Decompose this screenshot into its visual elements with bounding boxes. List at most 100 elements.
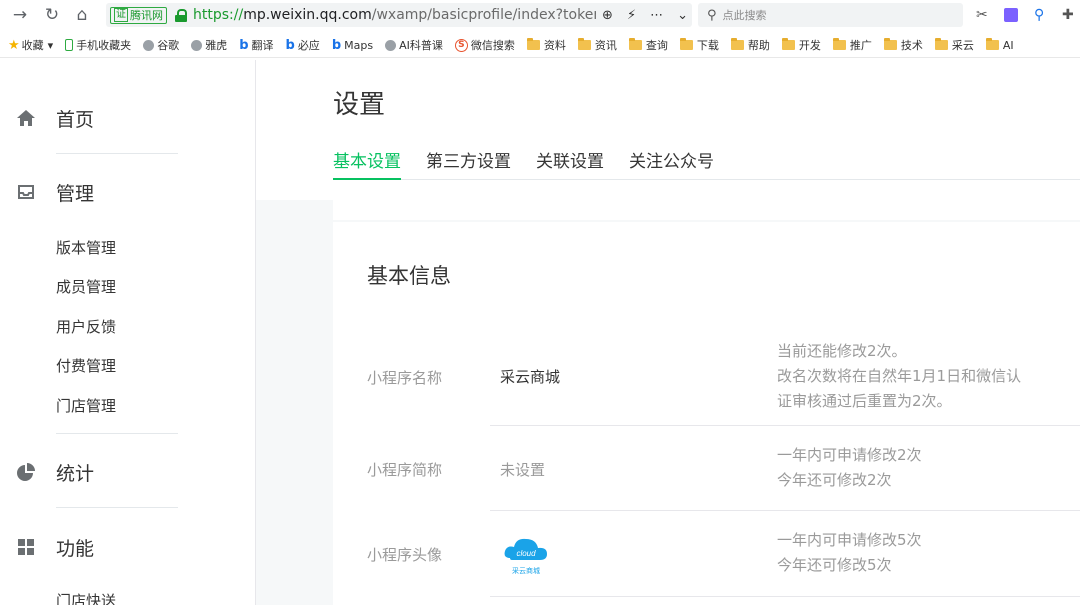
bookmark-item[interactable]: b 翻译 — [239, 37, 273, 53]
bookmark-item[interactable]: 资讯 — [577, 37, 617, 53]
avatar-desc: 一年内可申请修改5次 今年还可修改5次 — [777, 528, 922, 578]
puzzle-icon[interactable]: ✚ — [1062, 6, 1074, 24]
sidebar: 首页 管理 版本管理 成员管理 用户反馈 付费管理 门店管理 统计 功能 门店快… — [0, 60, 256, 605]
bookmark-item[interactable]: b Maps — [332, 38, 373, 53]
lightning-icon[interactable]: ⚡ — [627, 8, 636, 23]
bookmark-item[interactable]: 查询 — [628, 37, 668, 53]
bookmark-label: 下载 — [696, 39, 719, 52]
chevron-down-icon[interactable]: ⌄ — [677, 8, 688, 23]
divider — [56, 507, 178, 508]
name-desc: 当前还能修改2次。 改名次数将在自然年1月1日和微信认 证审核通过后重置为2次。 — [777, 339, 1021, 414]
avatar-desc-line: 一年内可申请修改5次 — [777, 531, 922, 549]
sidebar-item-stores[interactable]: 门店管理 — [56, 395, 116, 416]
bookmark-item[interactable]: 技术 — [883, 37, 923, 53]
bookmark-item[interactable]: ★ 收藏 ▾ — [8, 37, 53, 53]
row-divider — [490, 596, 1080, 597]
folder-icon — [730, 38, 744, 50]
browser-toolbar: → ↻ ⌂ 证 腾讯网 https:// mp.weixin.qq.com /w… — [0, 0, 1080, 31]
bookmarks-bar: ★ 收藏 ▾ 手机收藏夹 谷歌 雅虎 b 翻译 b 必应 b Maps AI科普课 S 微信搜索 资料 资讯查… — [0, 33, 1080, 58]
search-ext-icon[interactable]: ⚲ — [1034, 6, 1044, 24]
page-title: 设置 — [333, 90, 386, 120]
scissors-icon[interactable]: ✂ — [976, 6, 988, 24]
bookmark-label: 翻译 — [251, 39, 274, 52]
row-divider — [490, 425, 1080, 426]
reload-icon[interactable]: ↻ — [42, 5, 62, 25]
bookmark-item[interactable]: 谷歌 — [143, 37, 179, 53]
bookmark-label: 手机收藏夹 — [76, 39, 132, 52]
tab-association[interactable]: 关联设置 — [536, 147, 604, 180]
name-desc-line: 当前还能修改2次。 — [777, 342, 907, 360]
search-input[interactable]: ⚲ 点此搜索 — [698, 3, 963, 27]
bookmark-item[interactable]: AI科普课 — [385, 37, 443, 53]
dropdown-arrow-icon[interactable]: ▾ — [48, 39, 54, 52]
bookmark-label: 微信搜索 — [470, 39, 515, 52]
address-bar[interactable]: 证 腾讯网 https:// mp.weixin.qq.com /wxamp/b… — [106, 3, 692, 27]
content-gap — [333, 180, 1080, 220]
sidebar-item-store-delivery[interactable]: 门店快送 — [56, 590, 116, 605]
translate-icon[interactable] — [1004, 8, 1018, 22]
bookmark-item[interactable]: b 必应 — [286, 37, 320, 53]
bookmark-label: 收藏 — [21, 39, 44, 52]
bookmark-item[interactable]: 开发 — [781, 37, 821, 53]
bookmark-item[interactable]: S 微信搜索 — [454, 37, 515, 53]
globe-icon — [143, 39, 155, 51]
phone-icon — [65, 39, 74, 51]
bookmark-label: 雅虎 — [205, 39, 228, 52]
bookmark-label: 谷歌 — [157, 39, 180, 52]
bookmark-item[interactable]: 手机收藏夹 — [65, 37, 131, 53]
avatar-label: 小程序头像 — [367, 546, 443, 564]
divider — [56, 153, 178, 154]
folder-icon — [781, 38, 795, 50]
bing-icon: b — [285, 37, 295, 53]
tab-follow-account[interactable]: 关注公众号 — [629, 147, 714, 180]
sidebar-item-payment[interactable]: 付费管理 — [56, 355, 116, 376]
sidebar-item-version[interactable]: 版本管理 — [56, 237, 116, 258]
bookmark-label: AI — [1002, 38, 1014, 52]
bookmark-item[interactable]: 推广 — [832, 37, 872, 53]
sidebar-item-members[interactable]: 成员管理 — [56, 276, 116, 297]
sidebar-item-feedback[interactable]: 用户反馈 — [56, 316, 116, 337]
avatar-desc-line: 今年还可修改5次 — [777, 556, 892, 574]
sidebar-item-manage[interactable]: 管理 — [0, 170, 256, 214]
search-placeholder: 点此搜索 — [722, 9, 767, 22]
bookmark-item[interactable]: 采云 — [934, 37, 974, 53]
short-name-desc: 一年内可申请修改2次 今年还可修改2次 — [777, 443, 922, 493]
globe-icon — [385, 39, 397, 51]
bookmark-label: 查询 — [645, 39, 668, 52]
avatar-cloud-text: cloud — [516, 549, 536, 558]
cert-badge[interactable]: 证 腾讯网 — [110, 6, 167, 24]
zoom-icon[interactable]: ⊕ — [602, 8, 613, 23]
bookmark-item[interactable]: 帮助 — [730, 37, 770, 53]
sidebar-item-stats[interactable]: 统计 — [0, 450, 256, 494]
folder-icon — [577, 38, 591, 50]
forward-icon[interactable]: → — [10, 5, 30, 25]
avatar-brand-text: 采云商城 — [512, 566, 540, 575]
bookmark-item[interactable]: AI — [985, 38, 1014, 52]
short-name-desc-line: 今年还可修改2次 — [777, 471, 892, 489]
name-desc-line: 证审核通过后重置为2次。 — [777, 392, 952, 410]
folder-icon — [883, 38, 897, 50]
sidebar-item-home[interactable]: 首页 — [0, 96, 256, 140]
more-icon[interactable]: ⋯ — [650, 8, 663, 23]
short-name-desc-line: 一年内可申请修改2次 — [777, 446, 922, 464]
tab-third-party[interactable]: 第三方设置 — [426, 147, 511, 180]
pie-chart-icon — [17, 463, 35, 481]
tab-basic-settings[interactable]: 基本设置 — [333, 147, 401, 180]
avatar[interactable]: cloud 采云商城 — [500, 532, 552, 578]
bookmark-label: 资料 — [543, 39, 566, 52]
bookmark-item[interactable]: 雅虎 — [191, 37, 227, 53]
bookmark-item[interactable]: 资料 — [526, 37, 566, 53]
short-name-label: 小程序简称 — [367, 461, 443, 479]
search-icon: ⚲ — [707, 7, 717, 23]
url-host: mp.weixin.qq.com — [243, 7, 372, 23]
bookmark-item[interactable]: 下载 — [679, 37, 719, 53]
home-icon[interactable]: ⌂ — [72, 5, 92, 25]
bookmark-label: 开发 — [798, 39, 821, 52]
row-divider — [490, 510, 1080, 511]
name-desc-line: 改名次数将在自然年1月1日和微信认 — [777, 367, 1022, 385]
sidebar-item-features[interactable]: 功能 — [0, 525, 256, 569]
lock-icon — [175, 8, 187, 22]
bookmark-label: 必应 — [297, 39, 320, 52]
bookmark-label: 采云 — [951, 39, 974, 52]
bing-icon: b — [331, 37, 342, 53]
